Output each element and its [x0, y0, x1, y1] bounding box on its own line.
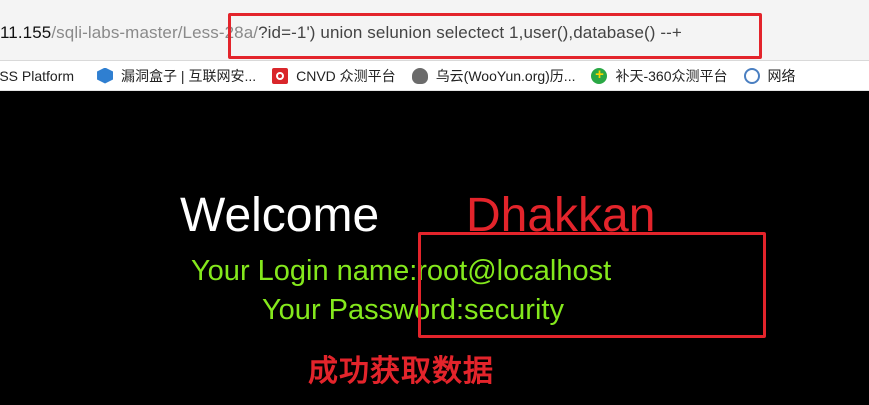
- url-host: 11.155: [0, 23, 52, 42]
- welcome-heading: Welcome: [180, 189, 380, 242]
- bookmark-label: 补天-360众测平台: [615, 67, 728, 84]
- bookmark-label: 网络: [767, 67, 796, 84]
- butian-icon: [591, 66, 608, 84]
- wooyun-icon: [411, 67, 428, 84]
- globe-icon: [743, 67, 760, 84]
- bookmark-butian[interactable]: 补天-360众测平台: [591, 61, 728, 91]
- bookmark-label: XSS Platform: [0, 67, 75, 84]
- bookmark-wooyun[interactable]: 乌云(WooYun.org)历...: [411, 61, 576, 91]
- cnvd-icon: [272, 67, 289, 84]
- bookmark-cnvd[interactable]: CNVD 众测平台: [272, 61, 396, 91]
- bookmark-label: 漏洞盒子 | 互联网安...: [121, 67, 257, 84]
- bookmark-network[interactable]: 网络: [743, 61, 796, 91]
- address-bar: 11.155/sqli-labs-master/Less-28a/?id=-1'…: [0, 0, 869, 61]
- bookmark-label: CNVD 众测平台: [296, 67, 396, 84]
- bookmarks-bar: XSS Platform 漏洞盒子 | 互联网安... CNVD 众测平台 乌云…: [0, 61, 869, 91]
- result-highlight-box: [418, 232, 766, 338]
- hexagon-icon: [97, 67, 114, 84]
- bookmark-xss-platform[interactable]: XSS Platform: [0, 61, 74, 91]
- success-annotation: 成功获取数据: [308, 355, 494, 388]
- url-highlight-box: [228, 13, 762, 59]
- bookmark-loudonghezi[interactable]: 漏洞盒子 | 互联网安...: [97, 61, 256, 91]
- bookmark-label: 乌云(WooYun.org)历...: [435, 67, 576, 84]
